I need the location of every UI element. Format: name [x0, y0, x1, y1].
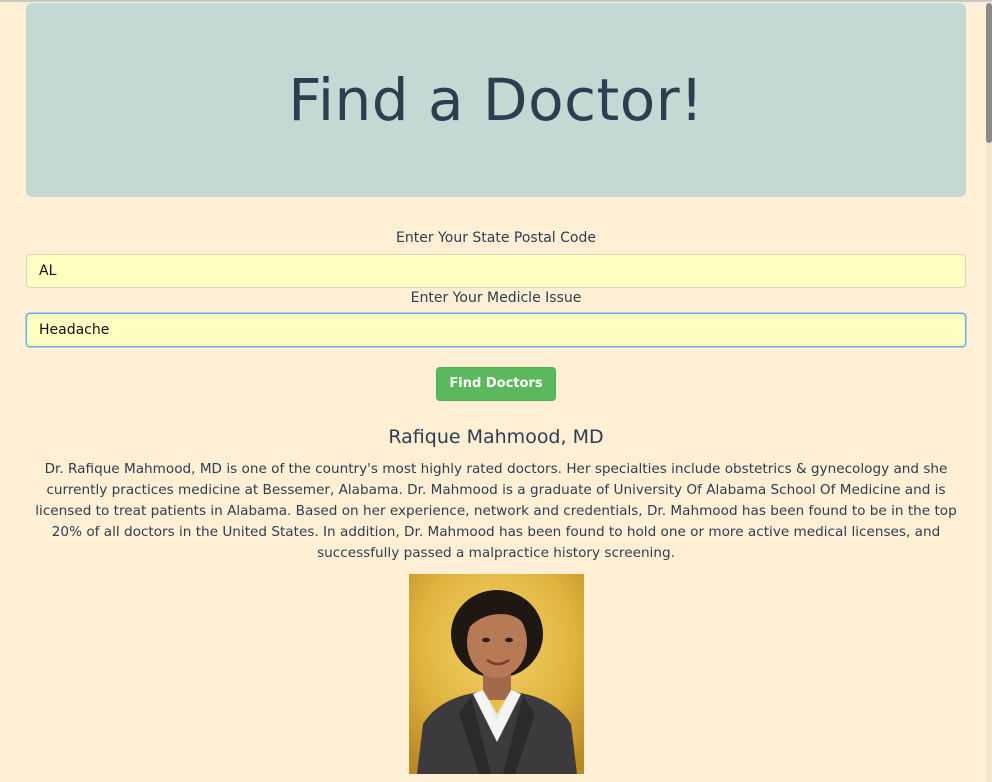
find-doctors-button[interactable]: Find Doctors — [436, 367, 556, 401]
button-row: Find Doctors — [26, 367, 966, 401]
state-input[interactable] — [26, 254, 966, 288]
doctor-photo-wrap — [26, 574, 966, 778]
search-form: Enter Your State Postal Code Enter Your … — [26, 229, 966, 401]
page-container: Find a Doctor! Enter Your State Postal C… — [26, 3, 966, 778]
doctor-result: Rafique Mahmood, MD Dr. Rafique Mahmood,… — [26, 425, 966, 778]
issue-label: Enter Your Medicle Issue — [410, 290, 582, 306]
doctor-bio: Dr. Rafique Mahmood, MD is one of the co… — [35, 461, 957, 561]
state-label: Enter Your State Postal Code — [396, 230, 596, 246]
page-title: Find a Doctor! — [288, 66, 704, 134]
doctor-photo — [408, 574, 584, 774]
scrollbar-thumb[interactable] — [986, 3, 992, 143]
issue-input[interactable] — [26, 313, 966, 347]
doctor-name: Rafique Mahmood, MD — [388, 426, 604, 448]
browser-top-border — [0, 0, 992, 2]
header-jumbotron: Find a Doctor! — [26, 3, 966, 197]
